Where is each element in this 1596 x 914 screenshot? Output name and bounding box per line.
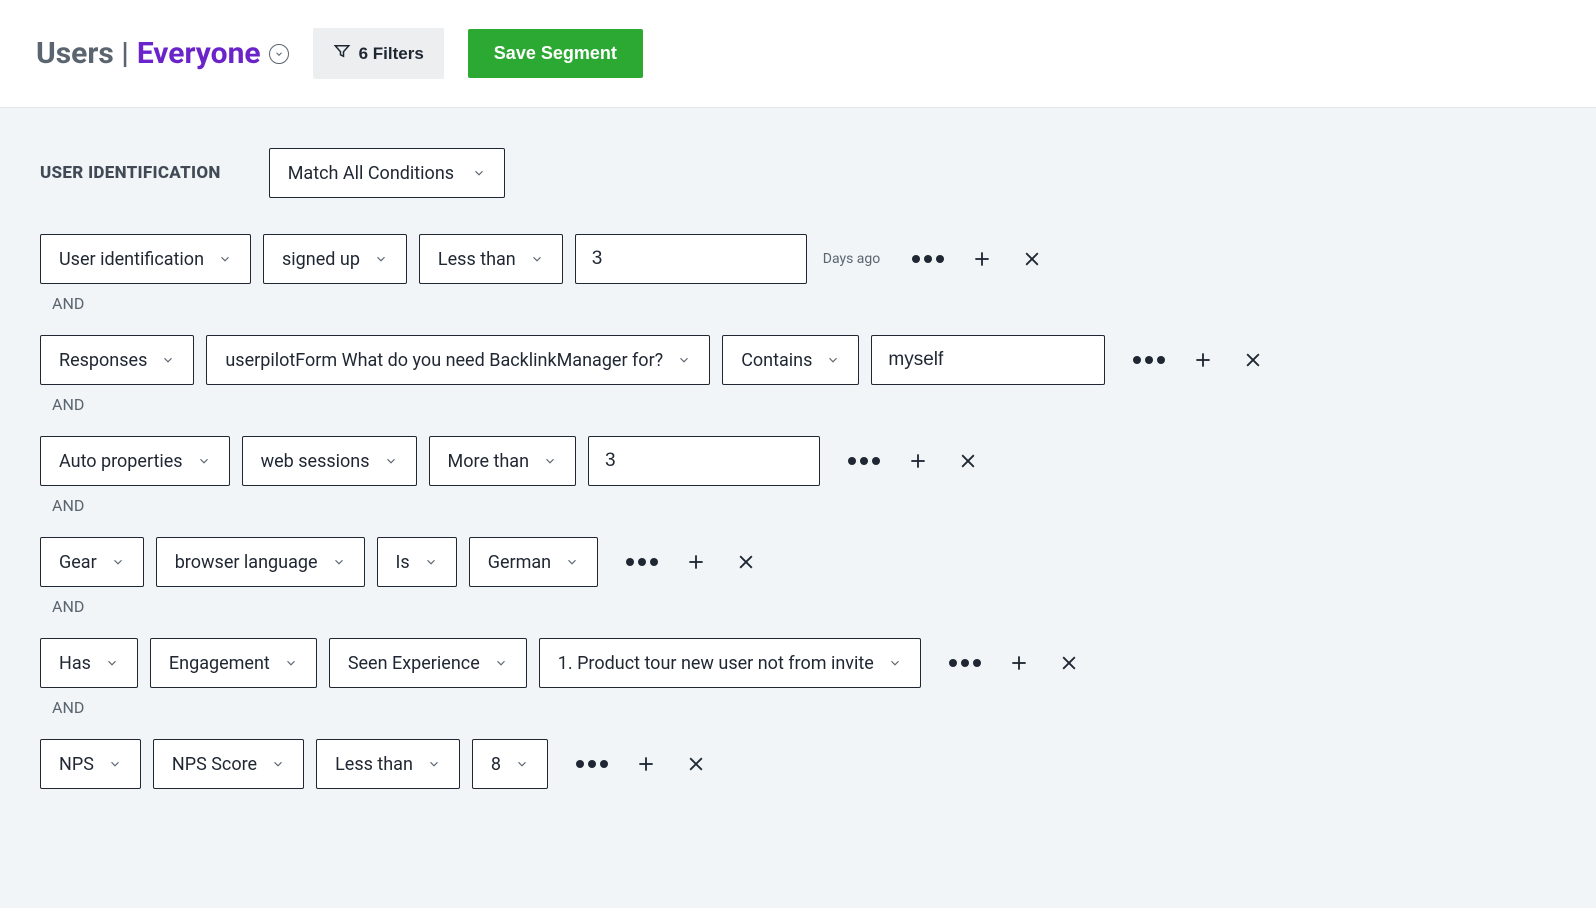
more-icon[interactable] xyxy=(949,659,981,667)
condition-value-input[interactable] xyxy=(588,436,820,486)
condition-select[interactable]: German xyxy=(469,537,598,587)
chevron-down-icon xyxy=(543,454,557,468)
condition-select[interactable]: signed up xyxy=(263,234,407,284)
chevron-down-icon xyxy=(424,555,438,569)
chevron-down-icon xyxy=(530,252,544,266)
chevron-down-icon xyxy=(111,555,125,569)
row-actions xyxy=(1133,348,1265,372)
add-condition-button[interactable] xyxy=(634,752,658,776)
condition-select[interactable]: More than xyxy=(429,436,576,486)
condition-row: Responses userpilotForm What do you need… xyxy=(40,335,1556,385)
condition-select[interactable]: Contains xyxy=(722,335,859,385)
more-icon[interactable] xyxy=(576,760,608,768)
chevron-down-icon xyxy=(271,757,285,771)
and-label: AND xyxy=(52,294,1556,313)
chevron-down-icon xyxy=(105,656,119,670)
more-icon[interactable] xyxy=(1133,356,1165,364)
segment-name: Everyone xyxy=(137,36,261,71)
condition-select[interactable]: web sessions xyxy=(242,436,417,486)
condition-value-input[interactable] xyxy=(575,234,807,284)
page-title: Users | Everyone xyxy=(36,36,289,71)
section-label: USER IDENTIFICATION xyxy=(40,163,221,183)
remove-condition-button[interactable] xyxy=(1020,247,1044,271)
row-actions xyxy=(626,550,758,574)
and-label: AND xyxy=(52,395,1556,414)
condition-value-input[interactable] xyxy=(871,335,1105,385)
chevron-down-icon xyxy=(374,252,388,266)
chevron-down-icon xyxy=(197,454,211,468)
and-label: AND xyxy=(52,496,1556,515)
condition-select[interactable]: Gear xyxy=(40,537,144,587)
chevron-down-icon xyxy=(108,757,122,771)
condition-select[interactable]: NPS xyxy=(40,739,141,789)
chevron-down-icon xyxy=(332,555,346,569)
condition-row: Gear browser language Is German xyxy=(40,537,1556,587)
chevron-down-icon xyxy=(218,252,232,266)
remove-condition-button[interactable] xyxy=(1241,348,1265,372)
condition-row: User identification signed up Less than … xyxy=(40,234,1556,284)
chevron-down-icon xyxy=(565,555,579,569)
segment-dropdown-icon[interactable] xyxy=(269,44,289,64)
remove-condition-button[interactable] xyxy=(684,752,708,776)
condition-unit: Days ago xyxy=(823,251,880,267)
match-mode-select[interactable]: Match All Conditions xyxy=(269,148,505,198)
remove-condition-button[interactable] xyxy=(956,449,980,473)
condition-select[interactable]: User identification xyxy=(40,234,251,284)
header: Users | Everyone 6 Filters Save Segment xyxy=(0,0,1596,108)
chevron-down-icon xyxy=(427,757,441,771)
chevron-down-icon xyxy=(888,656,902,670)
add-condition-button[interactable] xyxy=(1007,651,1031,675)
chevron-down-icon xyxy=(677,353,691,367)
filter-builder: USER IDENTIFICATION Match All Conditions… xyxy=(0,108,1596,908)
condition-select[interactable]: Less than xyxy=(419,234,563,284)
chevron-down-icon xyxy=(284,656,298,670)
more-icon[interactable] xyxy=(626,558,658,566)
condition-row: NPS NPS Score Less than 8 xyxy=(40,739,1556,789)
save-segment-button[interactable]: Save Segment xyxy=(468,29,643,78)
condition-select[interactable]: NPS Score xyxy=(153,739,304,789)
row-actions xyxy=(949,651,1081,675)
chevron-down-icon xyxy=(515,757,529,771)
filter-label: 6 Filters xyxy=(359,44,424,64)
row-actions xyxy=(576,752,708,776)
and-label: AND xyxy=(52,698,1556,717)
condition-row: Has Engagement Seen Experience 1. Produc… xyxy=(40,638,1556,688)
condition-select[interactable]: Auto properties xyxy=(40,436,230,486)
remove-condition-button[interactable] xyxy=(734,550,758,574)
row-actions xyxy=(848,449,980,473)
condition-select[interactable]: Less than xyxy=(316,739,460,789)
chevron-down-icon xyxy=(494,656,508,670)
condition-select[interactable]: Is xyxy=(377,537,457,587)
more-icon[interactable] xyxy=(848,457,880,465)
chevron-down-icon xyxy=(472,166,486,180)
title-prefix: Users | xyxy=(36,36,129,71)
condition-row: Auto properties web sessions More than xyxy=(40,436,1556,486)
remove-condition-button[interactable] xyxy=(1057,651,1081,675)
filters-button[interactable]: 6 Filters xyxy=(313,28,444,79)
condition-select[interactable]: userpilotForm What do you need BacklinkM… xyxy=(206,335,710,385)
chevron-down-icon xyxy=(384,454,398,468)
condition-select[interactable]: browser language xyxy=(156,537,365,587)
condition-select[interactable]: Engagement xyxy=(150,638,317,688)
condition-select[interactable]: Responses xyxy=(40,335,194,385)
add-condition-button[interactable] xyxy=(906,449,930,473)
section-header: USER IDENTIFICATION Match All Conditions xyxy=(40,148,1556,198)
add-condition-button[interactable] xyxy=(970,247,994,271)
filter-icon xyxy=(333,42,351,65)
condition-select[interactable]: Has xyxy=(40,638,138,688)
more-icon[interactable] xyxy=(912,255,944,263)
row-actions xyxy=(912,247,1044,271)
condition-select[interactable]: Seen Experience xyxy=(329,638,527,688)
add-condition-button[interactable] xyxy=(1191,348,1215,372)
condition-select[interactable]: 8 xyxy=(472,739,548,789)
match-mode-value: Match All Conditions xyxy=(288,163,454,184)
and-label: AND xyxy=(52,597,1556,616)
chevron-down-icon xyxy=(826,353,840,367)
chevron-down-icon xyxy=(161,353,175,367)
condition-select[interactable]: 1. Product tour new user not from invite xyxy=(539,638,921,688)
add-condition-button[interactable] xyxy=(684,550,708,574)
